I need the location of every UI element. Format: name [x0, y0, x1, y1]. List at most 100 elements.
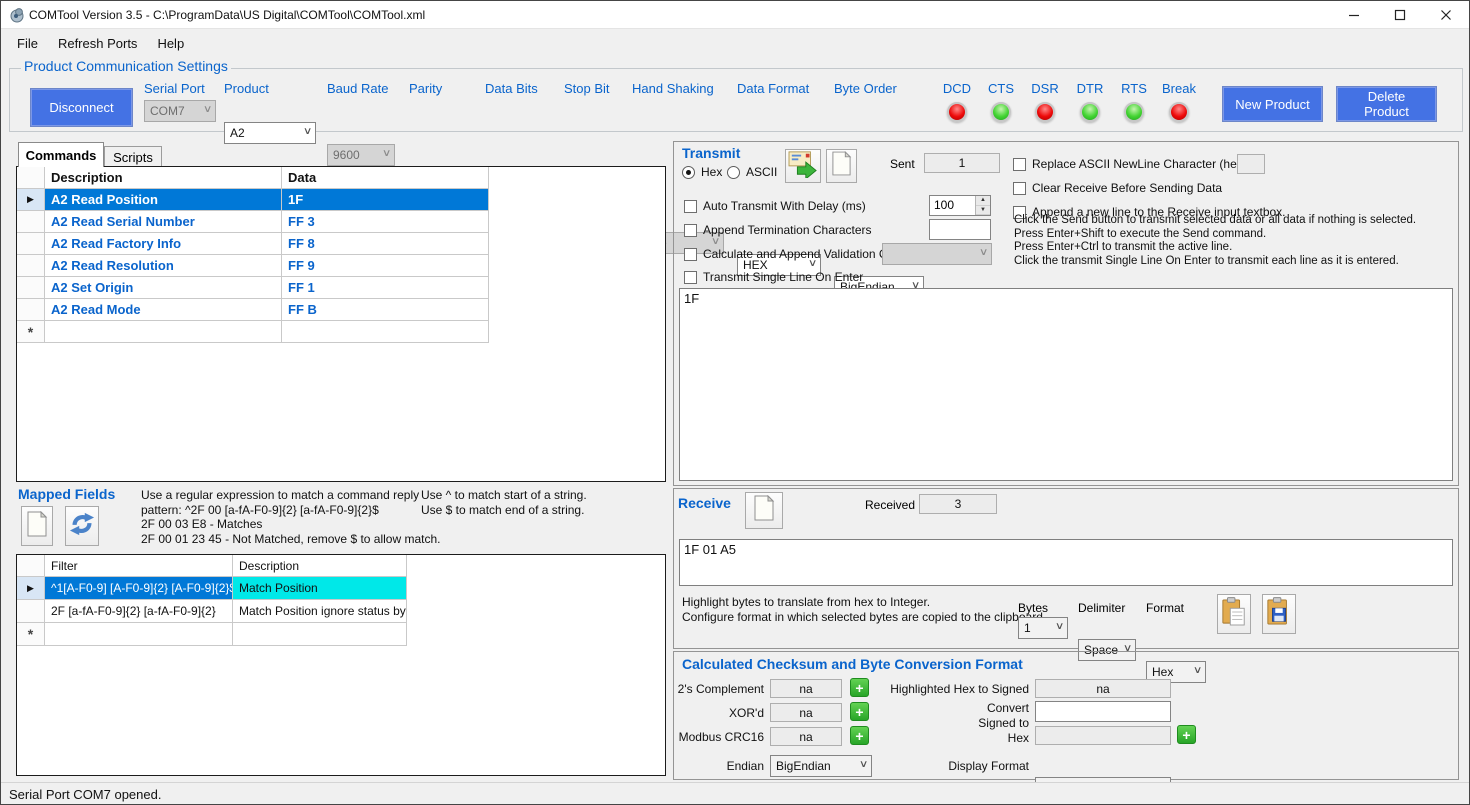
tab-commands[interactable]: Commands: [18, 142, 104, 167]
cell-data[interactable]: FF 3: [282, 211, 489, 233]
cell-description[interactable]: A2 Read Mode: [45, 299, 282, 321]
cell-description[interactable]: A2 Read Position: [45, 189, 282, 211]
checkbox-clear-receive[interactable]: Clear Receive Before Sending Data: [1013, 181, 1222, 195]
convert-add-button[interactable]: +: [1177, 725, 1196, 744]
baud-rate-select[interactable]: 9600: [327, 144, 395, 166]
col-header-filter[interactable]: Filter: [45, 555, 233, 577]
product-select[interactable]: A2: [224, 122, 316, 144]
delay-spinner[interactable]: 100 ▲ ▼: [929, 195, 991, 216]
mapped-fields-help-left: Use a regular expression to match a comm…: [141, 488, 440, 546]
cell-description[interactable]: Match Position ignore status byte: [233, 600, 407, 623]
delete-product-button[interactable]: Delete Product: [1336, 86, 1437, 122]
termination-field[interactable]: [929, 219, 991, 240]
table-row[interactable]: 2F [a-fA-F0-9]{2} [a-fA-F0-9]{2} Match P…: [17, 600, 665, 623]
app-window: COMTool Version 3.5 - C:\ProgramData\US …: [0, 0, 1470, 805]
rts-label: RTS: [1110, 81, 1158, 96]
minimize-button[interactable]: [1331, 1, 1377, 29]
transmit-clear-button[interactable]: [826, 149, 857, 183]
product-label: Product: [224, 81, 269, 96]
mapped-fields-new-button[interactable]: [21, 506, 53, 546]
serial-port-select[interactable]: COM7: [144, 100, 216, 122]
radio-ascii[interactable]: ASCII: [727, 165, 777, 179]
maximize-button[interactable]: [1377, 1, 1423, 29]
cell-empty[interactable]: [282, 321, 489, 343]
checkbox-icon[interactable]: [684, 200, 697, 213]
twos-complement-add-button[interactable]: +: [850, 678, 869, 697]
checkbox-replace-newline[interactable]: Replace ASCII NewLine Character (hex): [1013, 157, 1247, 171]
cell-description[interactable]: A2 Read Factory Info: [45, 233, 282, 255]
tab-scripts[interactable]: Scripts: [104, 146, 162, 167]
send-button[interactable]: [785, 149, 821, 183]
checkbox-icon[interactable]: [684, 224, 697, 237]
convert-signed-input[interactable]: [1035, 701, 1171, 722]
checkbox-append-termination[interactable]: Append Termination Characters: [684, 223, 872, 237]
new-row[interactable]: *: [17, 623, 665, 646]
close-button[interactable]: [1423, 1, 1469, 29]
copy-to-clipboard-button[interactable]: [1217, 594, 1251, 634]
table-row[interactable]: A2 Read Serial Number FF 3: [17, 211, 665, 233]
radio-hex-icon[interactable]: [682, 166, 695, 179]
help-line: Use $ to match end of a string.: [421, 503, 587, 518]
window-title: COMTool Version 3.5 - C:\ProgramData\US …: [29, 8, 425, 22]
checkbox-single-line[interactable]: Transmit Single Line On Enter: [684, 270, 863, 284]
validation-code-select[interactable]: [882, 243, 992, 265]
receive-output[interactable]: 1F 01 A5: [679, 539, 1453, 586]
table-row[interactable]: ▶ ^1[A-F0-9] [A-F0-9]{2} [A-F0-9]{2}$ Ma…: [17, 577, 665, 600]
radio-hex[interactable]: Hex: [682, 165, 722, 179]
cell-filter[interactable]: 2F [a-fA-F0-9]{2} [a-fA-F0-9]{2}: [45, 600, 233, 623]
checkbox-icon[interactable]: [1013, 182, 1026, 195]
delay-value[interactable]: 100: [930, 196, 975, 215]
cell-data[interactable]: FF 9: [282, 255, 489, 277]
cell-description[interactable]: A2 Read Resolution: [45, 255, 282, 277]
cell-description[interactable]: Match Position: [233, 577, 407, 600]
received-count-field: 3: [919, 494, 997, 514]
menu-refresh-ports[interactable]: Refresh Ports: [48, 29, 147, 58]
cell-empty[interactable]: [45, 321, 282, 343]
cell-data[interactable]: FF 8: [282, 233, 489, 255]
app-icon: [9, 7, 25, 28]
cell-description[interactable]: A2 Read Serial Number: [45, 211, 282, 233]
cell-data[interactable]: FF B: [282, 299, 489, 321]
table-row[interactable]: A2 Read Resolution FF 9: [17, 255, 665, 277]
radio-hex-label: Hex: [701, 165, 722, 179]
checkbox-icon[interactable]: [1013, 158, 1026, 171]
new-product-button[interactable]: New Product: [1222, 86, 1323, 122]
cell-data[interactable]: 1F: [282, 189, 489, 211]
col-header-description[interactable]: Description: [233, 555, 407, 577]
checkbox-auto-transmit[interactable]: Auto Transmit With Delay (ms): [684, 199, 866, 213]
save-clipboard-button[interactable]: [1262, 594, 1296, 634]
cell-data[interactable]: FF 1: [282, 277, 489, 299]
endian-select[interactable]: BigEndian: [770, 755, 872, 777]
checkbox-icon[interactable]: [684, 248, 697, 261]
commands-header-row: Description Data: [17, 167, 665, 189]
disconnect-button[interactable]: Disconnect: [30, 88, 133, 127]
modbus-crc16-add-button[interactable]: +: [850, 726, 869, 745]
col-header-description[interactable]: Description: [45, 167, 282, 189]
cell-description[interactable]: A2 Set Origin: [45, 277, 282, 299]
xord-add-button[interactable]: +: [850, 702, 869, 721]
spin-down-icon[interactable]: ▼: [976, 206, 990, 216]
mapped-fields-refresh-button[interactable]: [65, 506, 99, 546]
transmit-input[interactable]: 1F: [679, 288, 1453, 481]
menu-file[interactable]: File: [1, 29, 48, 58]
bytes-select[interactable]: 1: [1018, 617, 1068, 639]
cell-filter[interactable]: ^1[A-F0-9] [A-F0-9]{2} [A-F0-9]{2}$: [45, 577, 233, 600]
checkbox-label: Transmit Single Line On Enter: [703, 270, 863, 284]
table-row[interactable]: A2 Set Origin FF 1: [17, 277, 665, 299]
new-row[interactable]: *: [17, 321, 665, 343]
table-row[interactable]: A2 Read Mode FF B: [17, 299, 665, 321]
radio-ascii-icon[interactable]: [727, 166, 740, 179]
cell-empty[interactable]: [233, 623, 407, 646]
table-row[interactable]: ▶ A2 Read Position 1F: [17, 189, 665, 211]
col-header-data[interactable]: Data: [282, 167, 489, 189]
table-row[interactable]: A2 Read Factory Info FF 8: [17, 233, 665, 255]
receive-clear-button[interactable]: [745, 492, 783, 529]
spin-up-icon[interactable]: ▲: [976, 196, 990, 206]
menu-help[interactable]: Help: [147, 29, 194, 58]
cell-empty[interactable]: [45, 623, 233, 646]
checkbox-calc-validation[interactable]: Calculate and Append Validation Code: [684, 247, 908, 261]
spinner-buttons[interactable]: ▲ ▼: [975, 196, 990, 215]
checkbox-icon[interactable]: [684, 271, 697, 284]
radio-ascii-label: ASCII: [746, 165, 777, 179]
replace-newline-field[interactable]: [1237, 154, 1265, 174]
